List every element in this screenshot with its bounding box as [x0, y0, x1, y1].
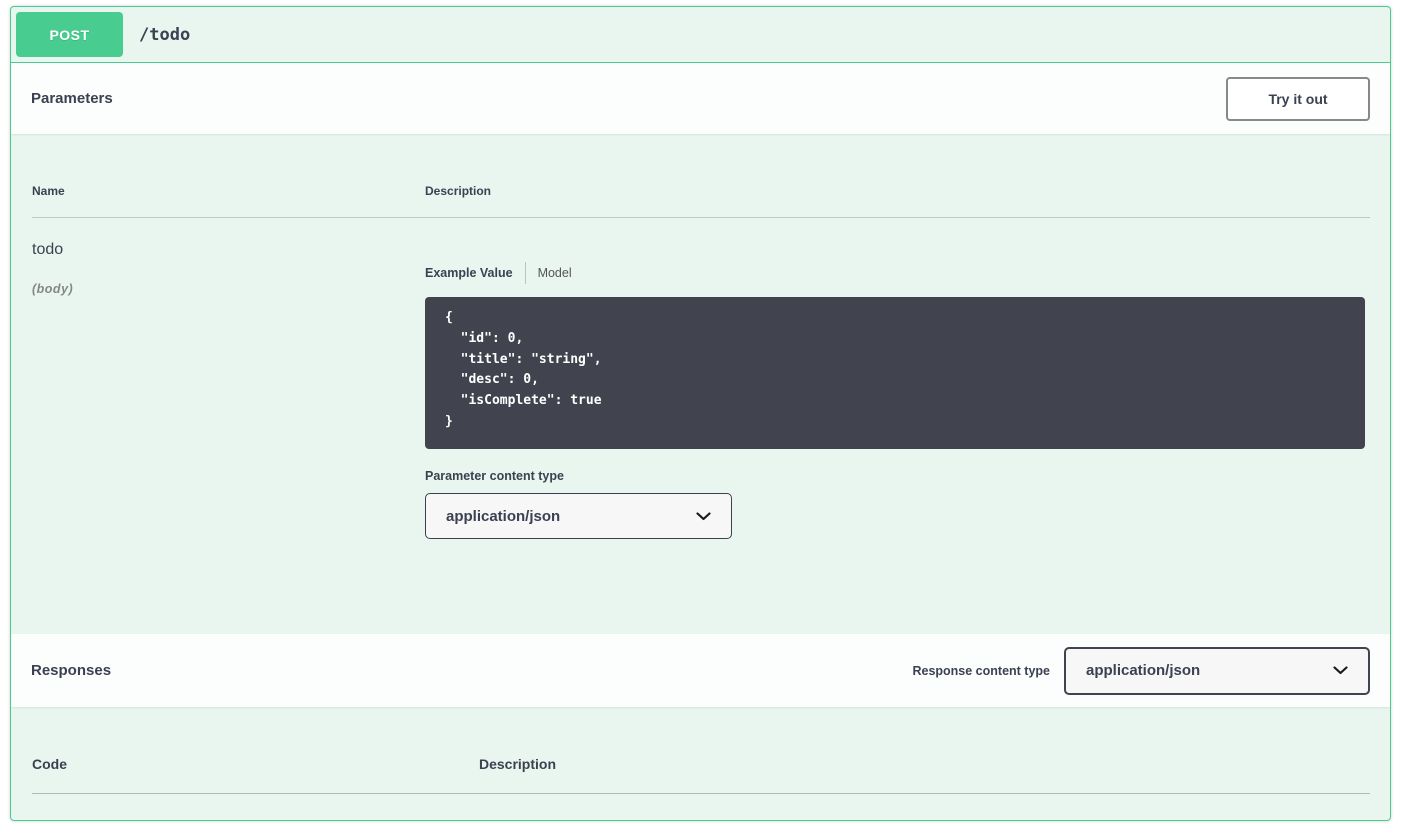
parameter-name: todo — [32, 241, 425, 259]
chevron-down-icon — [1333, 666, 1348, 675]
operation-summary[interactable]: POST /todo — [11, 7, 1390, 63]
try-it-out-button[interactable]: Try it out — [1226, 77, 1370, 121]
endpoint-path: /todo — [139, 25, 190, 45]
responses-table-header: Code Description — [32, 756, 1370, 794]
response-content-type-value: application/json — [1086, 662, 1200, 679]
tab-model[interactable]: Model — [538, 266, 572, 280]
description-column-header: Description — [425, 184, 1370, 198]
parameter-name-cell: todo (body) — [32, 218, 425, 539]
responses-section-header: Responses Response content type applicat… — [11, 634, 1390, 707]
response-content-type-select[interactable]: application/json — [1064, 647, 1370, 695]
name-column-header: Name — [32, 184, 425, 198]
response-description-column-header: Description — [479, 756, 1370, 772]
example-value-code: { "id": 0, "title": "string", "desc": 0,… — [425, 297, 1365, 449]
parameter-description-cell: Example Value Model { "id": 0, "title": … — [425, 218, 1370, 539]
response-content-type-label: Response content type — [912, 664, 1050, 678]
parameter-content-type-select[interactable]: application/json — [425, 493, 732, 539]
parameters-table-header: Name Description — [32, 184, 1370, 218]
parameters-section-header: Parameters Try it out — [11, 63, 1390, 134]
tab-divider — [525, 262, 526, 284]
http-method-badge: POST — [16, 12, 123, 57]
parameters-title: Parameters — [31, 90, 113, 107]
parameter-location: (body) — [32, 282, 425, 296]
code-column-header: Code — [32, 756, 479, 772]
parameters-body: Name Description todo (body) Example Val… — [11, 134, 1390, 634]
chevron-down-icon — [696, 512, 711, 521]
tab-example-value[interactable]: Example Value — [425, 266, 513, 280]
parameter-row: todo (body) Example Value Model { "id": … — [32, 218, 1370, 539]
parameter-content-type-label: Parameter content type — [425, 469, 1370, 483]
responses-body: Code Description — [11, 707, 1390, 820]
operation-panel: POST /todo Parameters Try it out Name De… — [10, 6, 1391, 821]
responses-title: Responses — [31, 662, 111, 679]
response-content-type-group: Response content type application/json — [912, 647, 1370, 695]
parameter-content-type-value: application/json — [446, 508, 560, 525]
model-example-tabs: Example Value Model — [425, 264, 1370, 281]
